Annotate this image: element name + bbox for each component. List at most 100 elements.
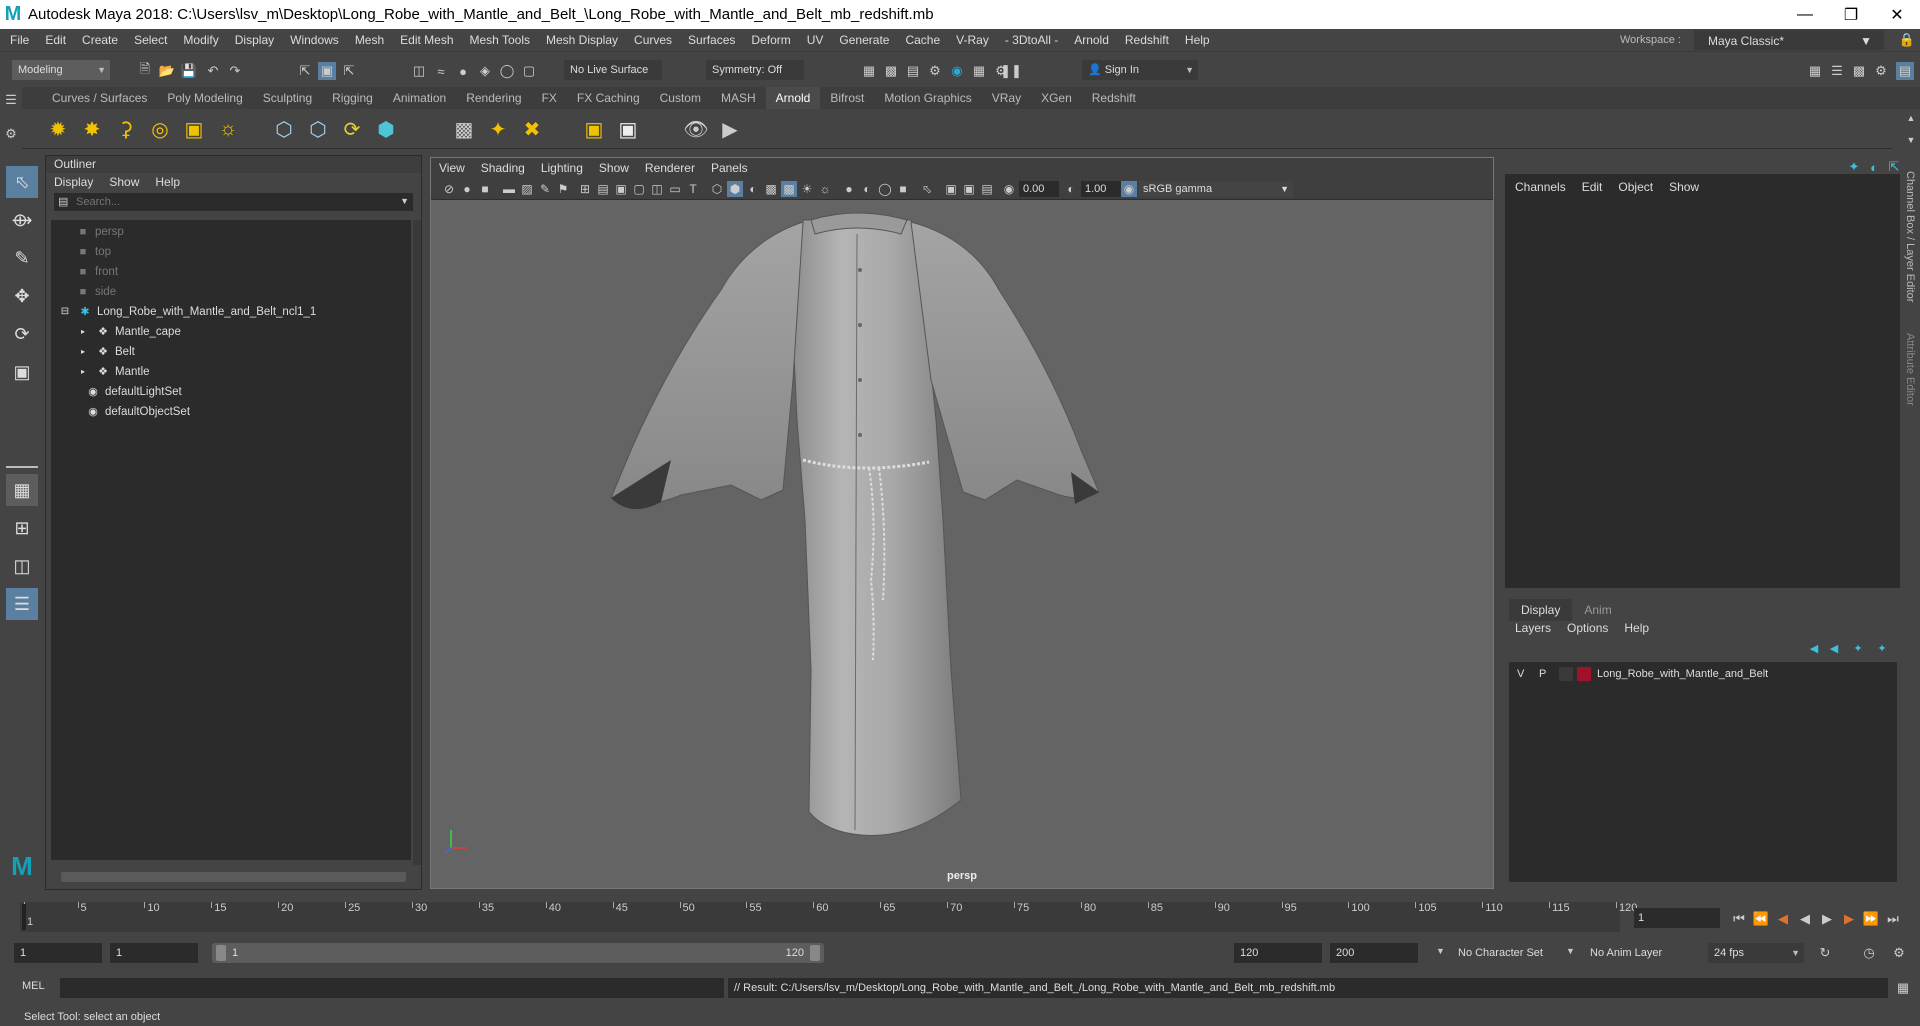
save-scene-icon[interactable]: 💾: [180, 62, 198, 80]
live-surface-field[interactable]: No Live Surface: [564, 60, 662, 80]
menu-cache[interactable]: Cache: [897, 29, 948, 51]
use-all-lights-icon[interactable]: ☀: [799, 181, 815, 197]
outliner-toggle-icon[interactable]: ☰: [1828, 62, 1846, 80]
field-chart-icon[interactable]: ◫: [649, 181, 665, 197]
outliner-item-persp[interactable]: ■ persp: [75, 222, 124, 242]
play-forward-icon[interactable]: ▶: [1818, 910, 1836, 928]
timeline-bar[interactable]: 1 5 10 15 20 25 30 35 40 45 50 55 60 65 70 75 80 85 90 95 10…: [20, 902, 1637, 932]
gate-mask-icon[interactable]: ▢: [631, 181, 647, 197]
shelf-tab-custom[interactable]: Custom: [650, 87, 711, 109]
camera-attributes-icon[interactable]: ●: [459, 181, 475, 197]
play-backward-icon[interactable]: ◀: [1796, 910, 1814, 928]
outliner-item-mantle-cape[interactable]: ▸ ❖ Mantle_cape: [75, 322, 181, 342]
grid-toggle-icon[interactable]: ⊞: [577, 181, 593, 197]
layer-playback-toggle[interactable]: P: [1539, 668, 1546, 680]
gamma-icon[interactable]: ◐: [1063, 181, 1079, 197]
menu-vray[interactable]: V-Ray: [948, 29, 997, 51]
shelf-tab-poly-modeling[interactable]: Poly Modeling: [157, 87, 252, 109]
render-frame-icon[interactable]: ▦: [860, 62, 878, 80]
undo-icon[interactable]: ↶: [204, 62, 222, 80]
menu-deform[interactable]: Deform: [743, 29, 798, 51]
new-layer-selected-icon[interactable]: ✦: [1873, 639, 1891, 657]
open-scene-icon[interactable]: 📂: [158, 62, 176, 80]
close-button[interactable]: ✕: [1874, 0, 1920, 29]
range-end-handle[interactable]: [810, 945, 820, 961]
menu-mesh[interactable]: Mesh: [347, 29, 392, 51]
workspace-dropdown[interactable]: Maya Classic* ▼: [1694, 30, 1884, 50]
menu-set-dropdown[interactable]: Modeling ▼: [12, 60, 110, 80]
new-layer-icon[interactable]: ✦: [1849, 639, 1867, 657]
viewport-menu-renderer[interactable]: Renderer: [637, 158, 703, 178]
outliner-item-side[interactable]: ■ side: [75, 282, 116, 302]
menu-display[interactable]: Display: [227, 29, 282, 51]
snap-view-icon[interactable]: ◈: [476, 62, 494, 80]
menu-modify[interactable]: Modify: [175, 29, 226, 51]
expand-icon[interactable]: ▸: [75, 342, 91, 362]
flush-cache-icon[interactable]: ✦: [484, 115, 512, 143]
outliner-item-belt[interactable]: ▸ ❖ Belt: [75, 342, 135, 362]
shelf-tab-fx-caching[interactable]: FX Caching: [567, 87, 650, 109]
motion-blur-icon[interactable]: ◐: [859, 181, 875, 197]
outliner-item-front[interactable]: ■ front: [75, 262, 118, 282]
create-volume-icon[interactable]: ⬢: [372, 115, 400, 143]
gamma-field[interactable]: 1.00: [1081, 181, 1121, 197]
hypershade-icon[interactable]: ◉: [948, 62, 966, 80]
paint-select-icon[interactable]: ✎: [6, 242, 38, 274]
menu-create[interactable]: Create: [74, 29, 126, 51]
four-view-layout-icon[interactable]: ⊞: [6, 512, 38, 544]
modeling-toolkit-icon[interactable]: ▦: [1806, 62, 1824, 80]
exposure-icon[interactable]: ◉: [1001, 181, 1017, 197]
menu-surfaces[interactable]: Surfaces: [680, 29, 743, 51]
outliner-item-default-light-set[interactable]: ◉ defaultLightSet: [85, 382, 182, 402]
safe-action-icon[interactable]: ▭: [667, 181, 683, 197]
select-camera-icon[interactable]: ⊘: [441, 181, 457, 197]
ambient-occlusion-icon[interactable]: ●: [841, 181, 857, 197]
go-to-start-icon[interactable]: ⏮: [1730, 910, 1748, 928]
menu-curves[interactable]: Curves: [626, 29, 680, 51]
move-tool-icon[interactable]: ✥: [6, 280, 38, 312]
select-hierarchy-icon[interactable]: ⇱: [296, 62, 314, 80]
outliner-item-default-object-set[interactable]: ◉ defaultObjectSet: [85, 402, 190, 422]
move-layer-down-icon[interactable]: ◀: [1825, 639, 1843, 657]
layer-visibility-toggle[interactable]: V: [1517, 668, 1524, 680]
render-sequence-icon[interactable]: ▩: [882, 62, 900, 80]
safe-title-icon[interactable]: T: [685, 181, 701, 197]
shelf-tab-sculpting[interactable]: Sculpting: [253, 87, 322, 109]
character-set-dropdown-icon[interactable]: ▼: [1436, 946, 1445, 956]
collapse-icon[interactable]: ⊟: [57, 302, 73, 322]
shelf-tab-vray[interactable]: VRay: [982, 87, 1031, 109]
xray-components-icon[interactable]: ▤: [979, 181, 995, 197]
layer-menu-help[interactable]: Help: [1616, 618, 1657, 638]
expand-icon[interactable]: ▸: [75, 362, 91, 382]
range-slider-bar[interactable]: 1 120: [212, 943, 824, 963]
menu-file[interactable]: File: [2, 29, 37, 51]
snap-plane-icon[interactable]: ▢: [520, 62, 538, 80]
shelf-tab-redshift[interactable]: Redshift: [1082, 87, 1146, 109]
select-tool-icon[interactable]: ⬁: [6, 166, 38, 198]
channel-box-menu-object[interactable]: Object: [1610, 177, 1661, 197]
shelf-tab-curves-surfaces[interactable]: Curves / Surfaces: [42, 87, 157, 109]
skydome-light-icon[interactable]: ◎: [146, 115, 174, 143]
light-manager-icon[interactable]: ▣: [614, 115, 642, 143]
attribute-editor-side-tab[interactable]: Attribute Editor: [1904, 333, 1916, 406]
fps-dropdown[interactable]: 24 fps ▼: [1708, 943, 1804, 963]
scene-start-field[interactable]: 1: [14, 943, 102, 963]
photometric-light-icon[interactable]: ⚳: [112, 115, 140, 143]
image-plane-icon[interactable]: ▬: [501, 181, 517, 197]
color-management-icon[interactable]: ◉: [1121, 181, 1137, 197]
export-standin-icon[interactable]: ⬡: [304, 115, 332, 143]
channel-box-menu-show[interactable]: Show: [1661, 177, 1707, 197]
current-time-marker[interactable]: [22, 904, 26, 930]
physical-sky-icon[interactable]: ☼: [214, 115, 242, 143]
step-forward-key-icon[interactable]: ⏩: [1862, 910, 1880, 928]
menu-edit[interactable]: Edit: [37, 29, 74, 51]
layer-menu-options[interactable]: Options: [1559, 618, 1616, 638]
playback-end-field[interactable]: 120: [1234, 943, 1322, 963]
grease-pencil-icon[interactable]: ✎: [537, 181, 553, 197]
shadows-icon[interactable]: ☼: [817, 181, 833, 197]
viewport-menu-lighting[interactable]: Lighting: [533, 158, 591, 178]
channel-box-menu-edit[interactable]: Edit: [1574, 177, 1611, 197]
menu-mesh-display[interactable]: Mesh Display: [538, 29, 626, 51]
pause-icon[interactable]: ❚❚: [1000, 62, 1022, 80]
anim-layer-field[interactable]: No Anim Layer: [1584, 943, 1684, 963]
